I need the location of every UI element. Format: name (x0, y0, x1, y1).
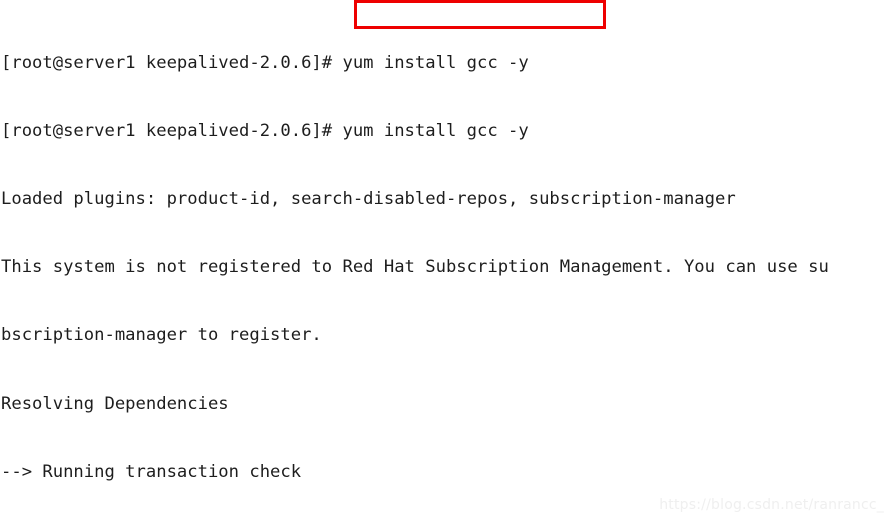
terminal-line: Resolving Dependencies (1, 393, 229, 414)
terminal-line: bscription-manager to register. (1, 325, 322, 346)
terminal-output: [root@server1 keepalived-2.0.6]# yum ins… (0, 0, 894, 521)
terminal-line: Loaded plugins: product-id, search-disab… (1, 189, 736, 210)
terminal-line: --> Running transaction check (1, 461, 302, 482)
watermark: https://blog.csdn.net/ranrancc_ (659, 497, 884, 513)
terminal-line-prompt: [root@server1 keepalived-2.0.6]# yum ins… (1, 121, 529, 142)
terminal-window[interactable]: [root@server1 keepalived-2.0.6]# yum ins… (0, 0, 894, 521)
terminal-line: This system is not registered to Red Hat… (1, 257, 829, 278)
terminal-line: [root@server1 keepalived-2.0.6]# yum ins… (1, 53, 529, 74)
